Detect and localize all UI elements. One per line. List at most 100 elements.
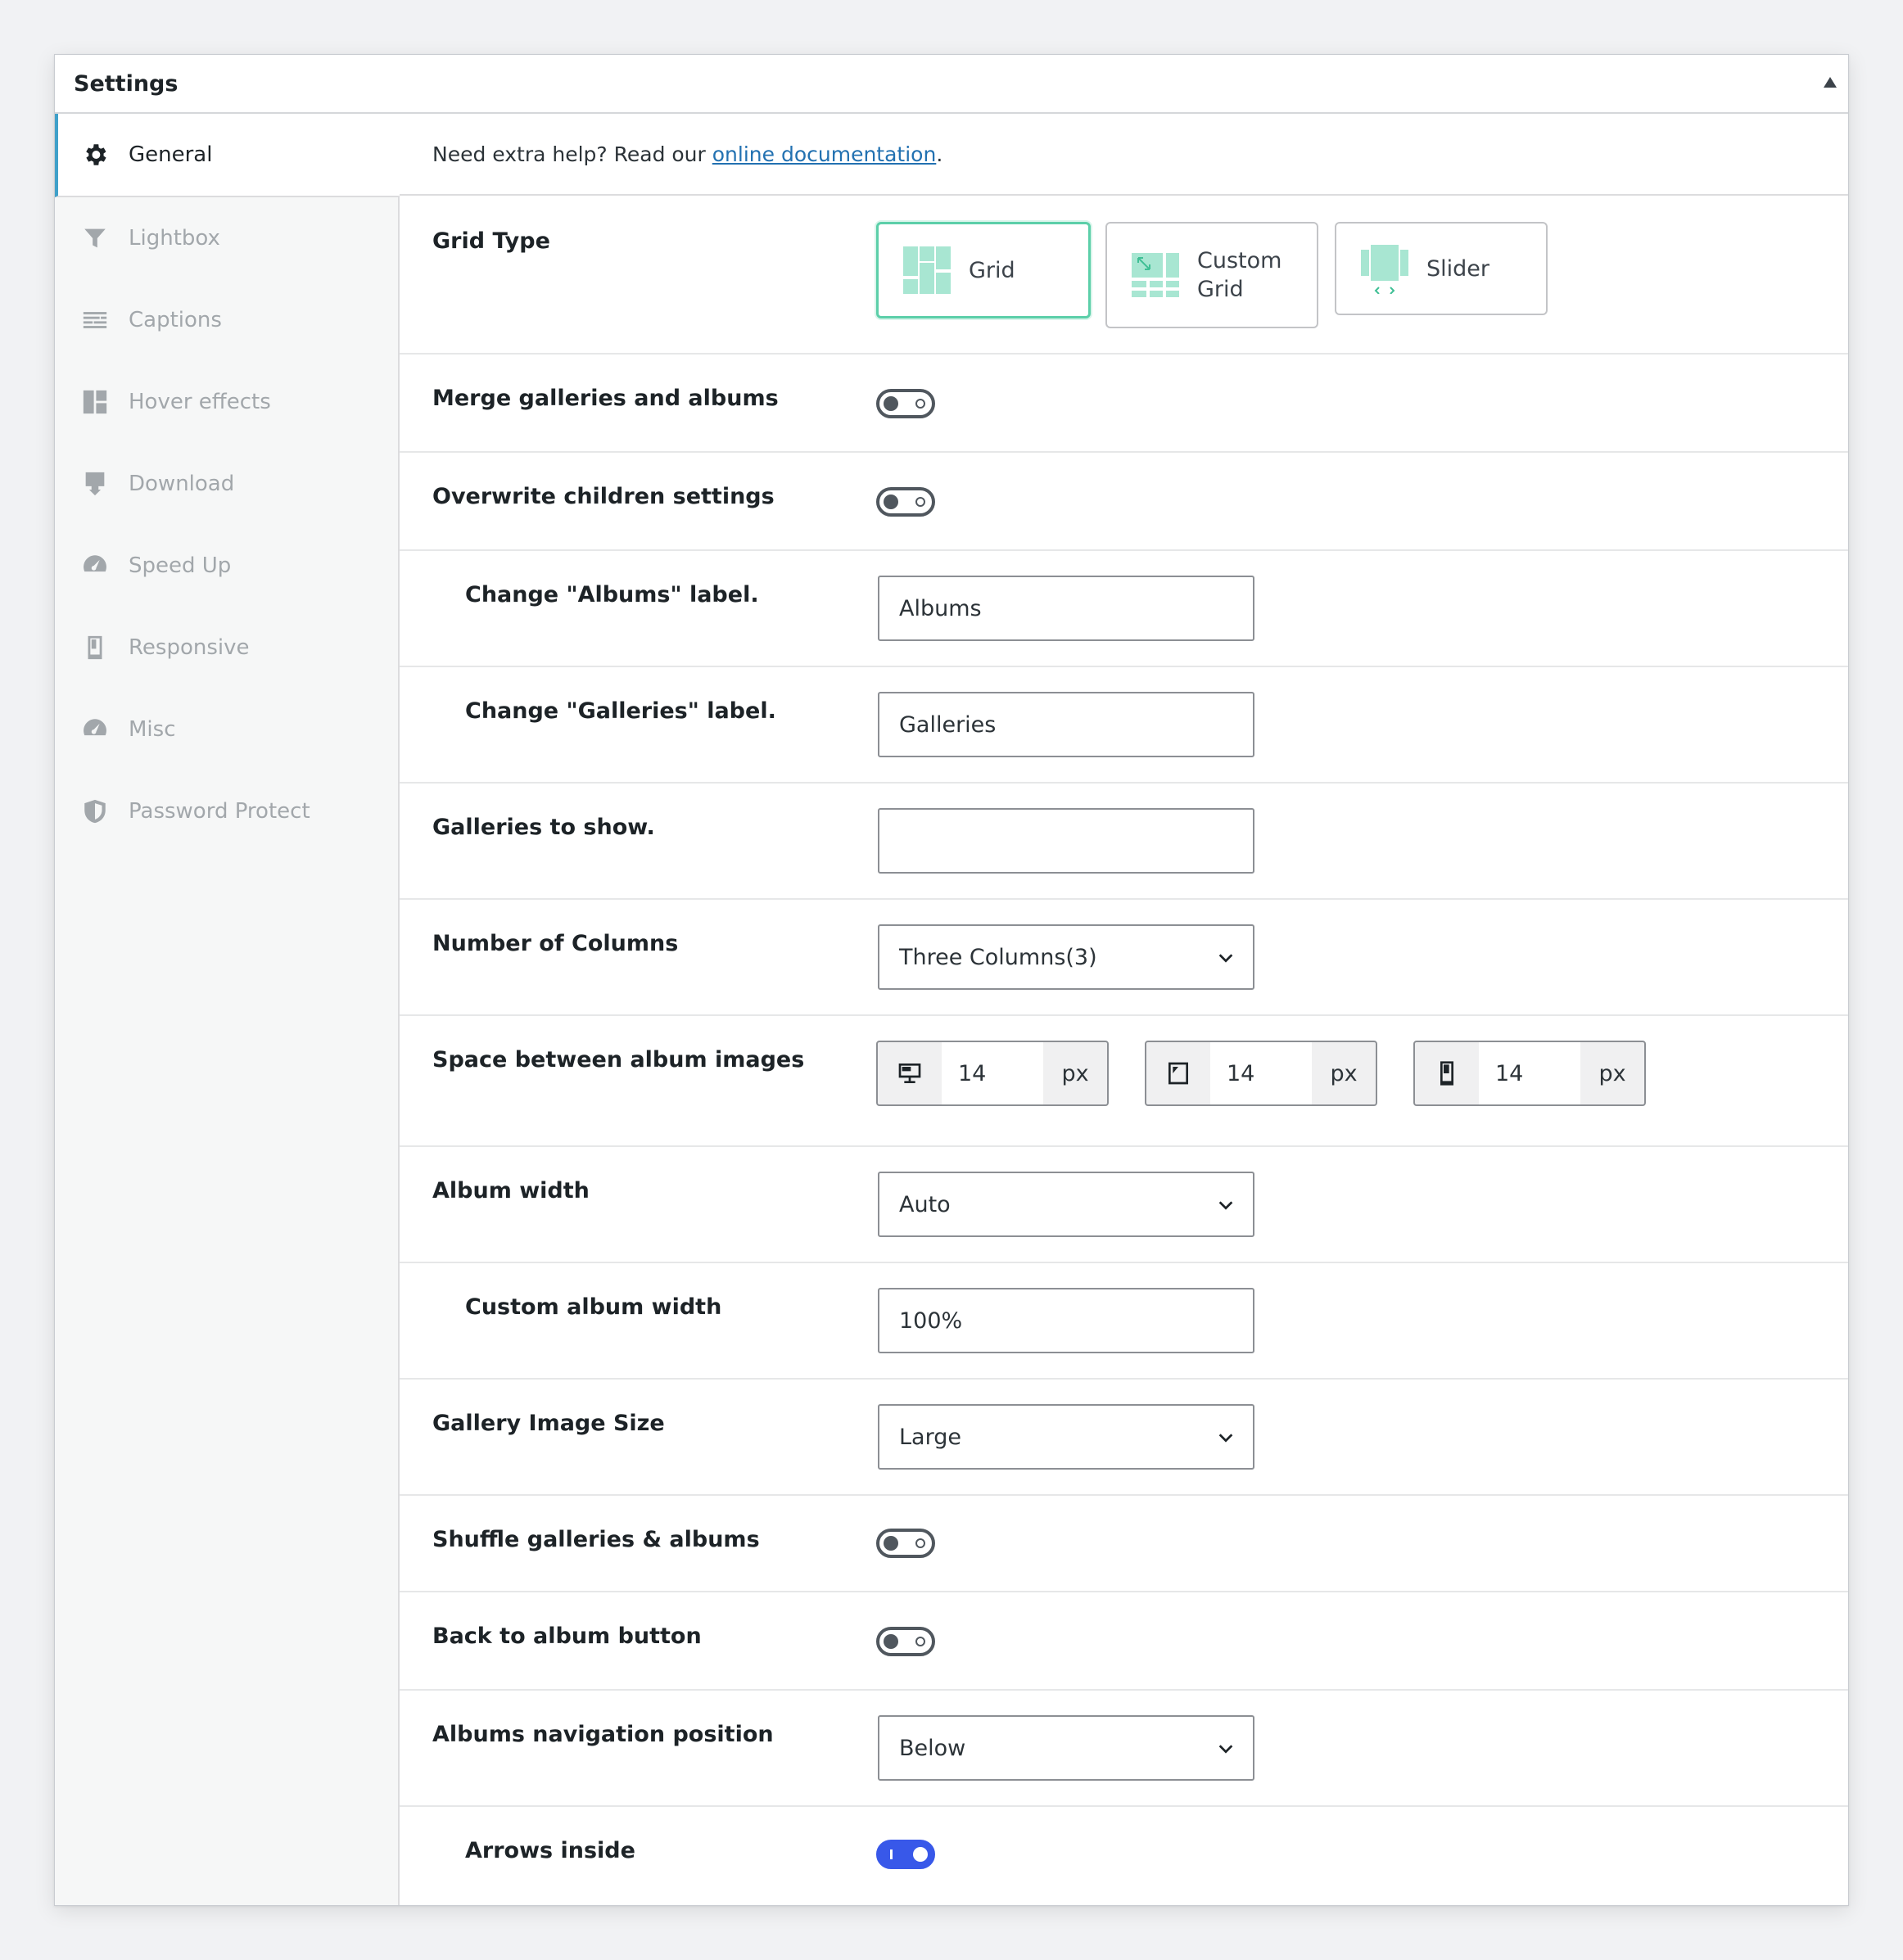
columns-select-value: Three Columns(3) (899, 944, 1097, 970)
spacing-unit: px (1061, 1060, 1089, 1086)
grid-type-label: Grid Type (432, 228, 550, 254)
help-suffix: . (936, 142, 943, 166)
image-size-select-value: Large (899, 1424, 961, 1450)
toggle-knob (884, 396, 898, 411)
merge-toggle[interactable] (876, 389, 935, 418)
toggle-knob (884, 495, 898, 509)
spacing-desktop-input[interactable] (942, 1042, 1043, 1104)
custom-width-label: Custom album width (465, 1294, 722, 1320)
overwrite-toggle[interactable] (876, 487, 935, 517)
spacing-unit: px (1598, 1060, 1626, 1086)
gear-icon (81, 141, 109, 169)
grid-type-option-grid[interactable]: Grid (876, 222, 1091, 318)
dashboard-icon (81, 716, 109, 743)
back-button-toggle[interactable] (876, 1627, 935, 1656)
download-icon (81, 470, 109, 498)
tablet-icon[interactable] (1146, 1042, 1210, 1104)
spacing-mobile-input[interactable] (1479, 1042, 1580, 1104)
row-galleries-label: Change "Galleries" label. (400, 667, 1848, 784)
slider-icon (1361, 245, 1408, 294)
panel-title: Settings (74, 70, 179, 97)
chevron-down-icon (1218, 954, 1233, 963)
phone-icon (81, 634, 109, 662)
toggle-off-indicator (915, 1538, 925, 1548)
sidebar-item-speed-up[interactable]: Speed Up (55, 525, 398, 607)
custom-width-input[interactable] (878, 1288, 1254, 1353)
mobile-icon[interactable] (1415, 1042, 1479, 1104)
funnel-icon (81, 224, 109, 252)
documentation-link[interactable]: online documentation (712, 142, 937, 166)
sidebar-item-captions[interactable]: Captions (55, 279, 398, 361)
sidebar-item-hover-effects[interactable]: Hover effects (55, 361, 398, 443)
spacing-desktop: px (876, 1041, 1109, 1106)
arrows-inside-label: Arrows inside (465, 1838, 635, 1863)
row-arrows-inside: Arrows inside (400, 1807, 1848, 1904)
dashboard-icon (81, 552, 109, 580)
row-number-of-columns: Number of Columns Three Columns(3) (400, 900, 1848, 1016)
row-custom-album-width: Custom album width (400, 1263, 1848, 1380)
row-albums-label: Change "Albums" label. (400, 551, 1848, 667)
sidebar-item-label: Misc (129, 717, 176, 742)
row-grid-type: Grid Type Grid Custom Grid Slider (400, 197, 1848, 355)
merge-label: Merge galleries and albums (432, 386, 779, 411)
desktop-icon[interactable] (878, 1042, 942, 1104)
sidebar-item-misc[interactable]: Misc (55, 689, 398, 770)
arrows-inside-toggle[interactable] (876, 1840, 935, 1869)
columns-select[interactable]: Three Columns(3) (878, 924, 1254, 990)
album-width-select[interactable]: Auto (878, 1172, 1254, 1237)
spacing-tablet-input[interactable] (1210, 1042, 1312, 1104)
sidebar-item-lightbox[interactable]: Lightbox (55, 197, 398, 279)
row-overwrite-children: Overwrite children settings (400, 453, 1848, 551)
nav-position-select[interactable]: Below (878, 1715, 1254, 1781)
image-size-label: Gallery Image Size (432, 1411, 665, 1436)
galleries-to-show-label: Galleries to show. (432, 815, 655, 840)
back-button-label: Back to album button (432, 1624, 702, 1649)
settings-sidebar: General Lightbox Captions Hover effects … (55, 114, 400, 1905)
album-width-select-value: Auto (899, 1191, 951, 1217)
chevron-down-icon (1218, 1201, 1233, 1210)
chevron-down-icon (1218, 1745, 1233, 1754)
shuffle-toggle[interactable] (876, 1529, 935, 1558)
toggle-knob (884, 1634, 898, 1649)
galleries-label-label: Change "Galleries" label. (465, 698, 776, 724)
help-prefix: Need extra help? Read our (432, 142, 706, 166)
galleries-to-show-input[interactable] (878, 808, 1254, 874)
row-back-to-album: Back to album button (400, 1592, 1848, 1691)
columns-label: Number of Columns (432, 931, 679, 956)
sidebar-item-label: Download (129, 472, 235, 496)
album-width-label: Album width (432, 1178, 590, 1204)
collapse-arrow-icon[interactable] (1824, 77, 1837, 88)
sidebar-item-label: Responsive (129, 635, 250, 660)
row-space-between-images: Space between album images px px (400, 1016, 1848, 1147)
toggle-off-indicator (915, 1637, 925, 1646)
grid-layout-icon (903, 246, 951, 294)
chevron-down-icon (1218, 1434, 1233, 1443)
row-gallery-image-size: Gallery Image Size Large (400, 1380, 1848, 1496)
nav-position-label: Albums navigation position (432, 1722, 774, 1747)
panel-header[interactable]: Settings (55, 55, 1848, 114)
overwrite-label: Overwrite children settings (432, 484, 775, 509)
sidebar-item-label: General (129, 142, 213, 167)
albums-label-input[interactable] (878, 576, 1254, 641)
sidebar-item-label: Hover effects (129, 390, 271, 414)
sidebar-item-label: Captions (129, 308, 222, 332)
grid-type-option-slider[interactable]: Slider (1335, 222, 1548, 315)
row-galleries-to-show: Galleries to show. (400, 784, 1848, 900)
toggle-off-indicator (915, 497, 925, 507)
toggle-knob (913, 1847, 928, 1862)
spacing-mobile: px (1413, 1041, 1646, 1106)
sidebar-item-label: Password Protect (129, 799, 310, 824)
grid-type-option-label: Slider (1426, 255, 1489, 282)
row-album-width: Album width Auto (400, 1147, 1848, 1263)
image-size-select[interactable]: Large (878, 1404, 1254, 1470)
row-merge-galleries: Merge galleries and albums (400, 355, 1848, 453)
galleries-label-input[interactable] (878, 692, 1254, 757)
shuffle-label: Shuffle galleries & albums (432, 1527, 760, 1552)
sidebar-item-general[interactable]: General (55, 114, 400, 197)
grid-type-option-custom-grid[interactable]: Custom Grid (1105, 222, 1318, 328)
sidebar-item-responsive[interactable]: Responsive (55, 607, 398, 689)
toggle-on-indicator (890, 1849, 893, 1859)
sidebar-item-password-protect[interactable]: Password Protect (55, 770, 398, 852)
sidebar-item-download[interactable]: Download (55, 443, 398, 525)
spacing-tablet: px (1145, 1041, 1377, 1106)
